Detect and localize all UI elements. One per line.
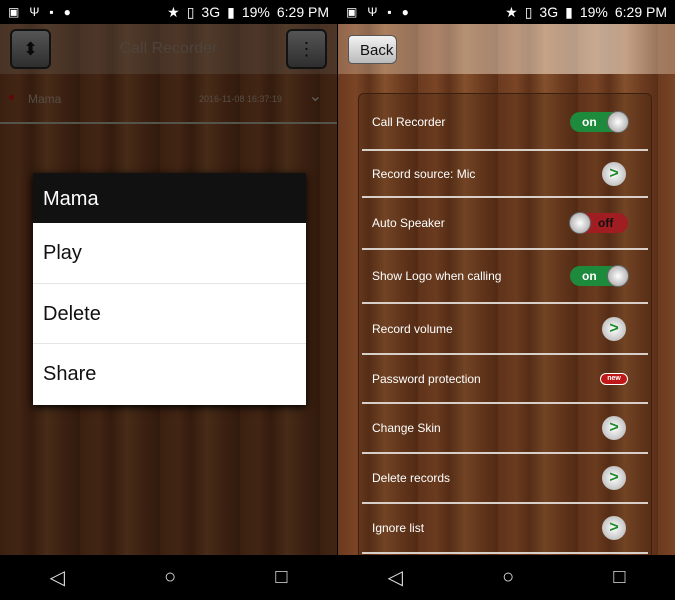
toggle-knob (607, 110, 629, 133)
chevron-right-icon[interactable]: > (602, 161, 626, 186)
nav-bar: ◁ ○ □ (0, 555, 337, 600)
battery-icon: ▮ (565, 3, 573, 20)
android-icon: ● (401, 5, 409, 19)
toggle-switch[interactable]: on (570, 265, 629, 287)
setting-row[interactable]: Record volume > (362, 304, 648, 355)
toggle-knob (569, 212, 591, 234)
setting-row[interactable]: Ignore list > (362, 504, 648, 554)
chevron-right-icon[interactable]: > (602, 466, 626, 490)
usb-icon: Ψ (367, 5, 378, 19)
battery-level: 19% (579, 4, 608, 20)
settings-list: Call Recorder on Record source: Mic > Auto S… (358, 93, 652, 555)
home-icon[interactable]: ○ (502, 566, 514, 589)
setting-row[interactable]: Delete records > (362, 454, 648, 504)
chevron-right-icon[interactable]: > (602, 316, 626, 341)
battery-icon: ▮ (227, 3, 235, 20)
briefcase-icon: ▪ (49, 5, 54, 19)
toggle-switch[interactable]: on (570, 110, 629, 133)
nav-bar: ◁ ○ □ (338, 555, 675, 600)
setting-row[interactable]: Show Logo when calling on (362, 250, 648, 304)
clock: 6:29 PM (276, 4, 329, 20)
setting-label: Auto Speaker (372, 216, 445, 230)
setting-label: Change Skin (372, 421, 441, 435)
usb-icon: Ψ (29, 5, 40, 19)
setting-row[interactable]: Change Skin > (362, 404, 648, 454)
image-icon: ▣ (346, 5, 358, 19)
setting-label: Password protection (372, 371, 481, 386)
vibrate-icon: ▯ (524, 3, 533, 20)
vibrate-icon: ▯ (186, 3, 195, 20)
clock: 6:29 PM (614, 4, 667, 20)
network-type: 3G (201, 4, 221, 20)
android-icon: ● (63, 5, 71, 19)
recents-icon[interactable]: □ (613, 566, 625, 589)
toggle-knob (607, 265, 629, 287)
setting-label: Call Recorder (372, 114, 446, 129)
network-type: 3G (539, 4, 559, 20)
recents-icon[interactable]: □ (275, 566, 287, 589)
setting-row[interactable]: Record source: Mic > (362, 151, 648, 198)
setting-row[interactable]: Password protection new (362, 355, 648, 404)
status-bar: ▣ Ψ ▪ ● ★ ▯ 3G ▮ 19% 6:29 PM (0, 0, 337, 24)
back-button[interactable]: Back (348, 35, 397, 64)
image-icon: ▣ (8, 5, 20, 19)
back-nav-icon[interactable]: ◁ (50, 565, 65, 590)
battery-level: 19% (241, 4, 270, 20)
back-nav-icon[interactable]: ◁ (388, 565, 403, 590)
menu-item-share[interactable]: Share (33, 344, 306, 405)
setting-label: Ignore list (372, 521, 425, 535)
setting-row[interactable]: Call Recorder on (362, 94, 648, 151)
briefcase-icon: ▪ (387, 5, 392, 19)
new-badge[interactable]: new (600, 372, 628, 385)
chevron-right-icon[interactable]: > (602, 416, 626, 440)
toggle-switch[interactable]: off (569, 212, 628, 234)
home-icon[interactable]: ○ (164, 566, 176, 589)
setting-label: Record volume (372, 321, 453, 336)
menu-item-delete[interactable]: Delete (33, 284, 306, 344)
context-menu-dialog: Mama Play Delete Share (33, 173, 306, 405)
setting-label: Record source: Mic (372, 166, 476, 181)
menu-item-play[interactable]: Play (33, 223, 306, 284)
dialog-title: Mama (33, 173, 306, 223)
star-icon: ★ (167, 3, 180, 20)
setting-row[interactable]: Auto Speaker off (362, 198, 648, 250)
chevron-right-icon[interactable]: > (602, 516, 626, 540)
setting-label: Delete records (372, 471, 451, 485)
star-icon: ★ (505, 3, 518, 20)
settings-screen: Back Call Recorder on Record source: Mic > A… (338, 24, 675, 555)
status-bar: ▣ Ψ ▪ ● ★ ▯ 3G ▮ 19% 6:29 PM (338, 0, 675, 24)
setting-label: Show Logo when calling (372, 269, 502, 283)
recordings-screen: ⬍ Call Recorder ⋮ Mama 2016-11-08 16:37:… (0, 24, 337, 555)
